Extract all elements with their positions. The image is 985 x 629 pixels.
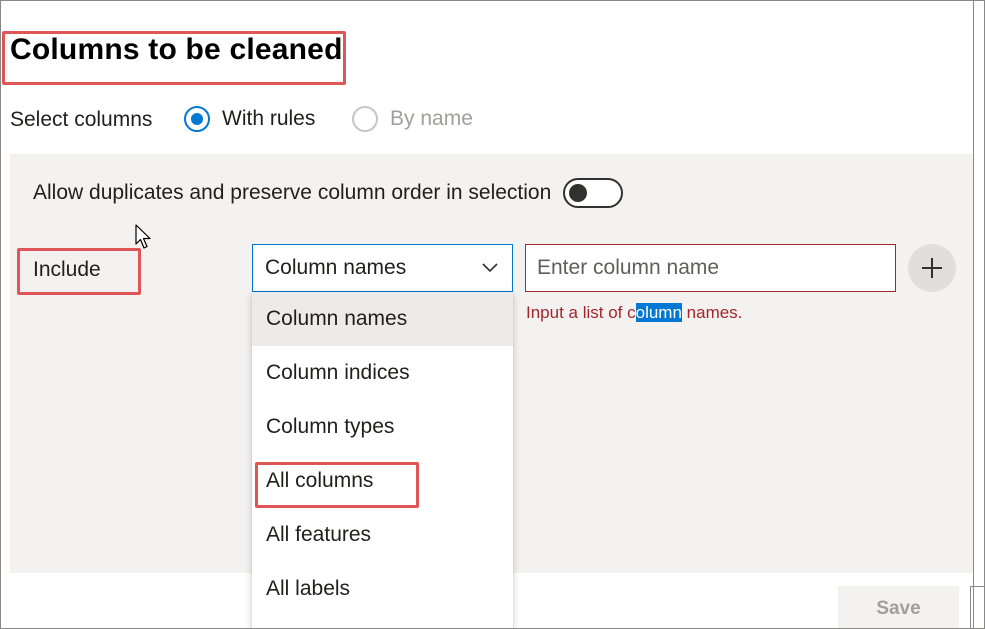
rule-type-menu: Column names Column indices Column types… <box>252 292 513 628</box>
select-columns-label: Select columns <box>10 108 153 131</box>
save-button[interactable]: Save <box>838 586 959 628</box>
radio-label: With rules <box>222 107 316 130</box>
menu-item-all-features[interactable]: All features <box>252 508 513 562</box>
menu-item-all-labels[interactable]: All labels <box>252 562 513 616</box>
radio-label: By name <box>390 107 473 130</box>
toggle-knob <box>569 184 587 202</box>
menu-item-column-indices[interactable]: Column indices <box>252 346 513 400</box>
menu-item-column-types[interactable]: Column types <box>252 400 513 454</box>
all-columns-callout <box>255 462 419 508</box>
menu-item-column-names[interactable]: Column names <box>252 292 513 346</box>
radio-circle[interactable] <box>352 106 378 132</box>
mouse-cursor-icon <box>135 224 151 249</box>
column-name-input[interactable] <box>525 244 896 292</box>
radio-circle[interactable] <box>184 106 210 132</box>
include-callout <box>17 248 141 295</box>
window-edge <box>973 0 974 629</box>
plus-icon <box>922 258 942 278</box>
error-text-selected: olumn <box>635 303 682 322</box>
rule-type-dropdown[interactable]: Column names <box>252 244 513 292</box>
validation-error: Input a list of column names. <box>526 303 742 323</box>
duplicates-toggle[interactable] <box>563 178 623 208</box>
radio-by-name[interactable]: By name <box>352 106 473 132</box>
toggle-label: Allow duplicates and preserve column ord… <box>33 181 552 204</box>
title-callout <box>2 31 346 85</box>
add-rule-button[interactable] <box>908 244 956 292</box>
error-text-start: Input a list of c <box>526 303 636 322</box>
chevron-down-icon <box>482 263 498 273</box>
error-text-end: names. <box>681 303 743 322</box>
radio-with-rules[interactable]: With rules <box>184 106 315 132</box>
dialog-frame: Columns to be cleaned Select columns Wit… <box>0 0 985 629</box>
dropdown-value: Column names <box>265 256 407 279</box>
